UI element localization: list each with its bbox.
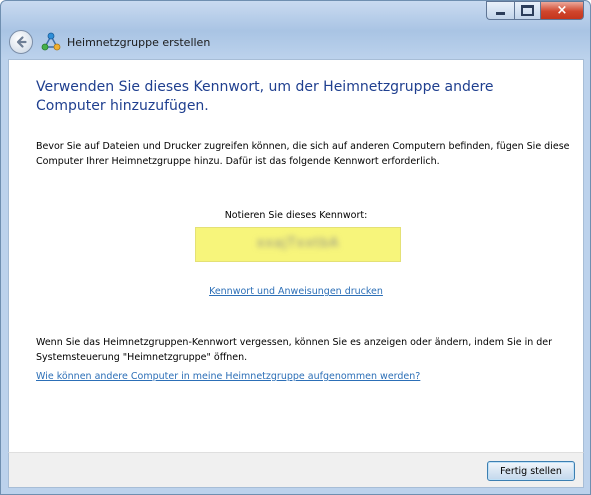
help-link[interactable]: Wie können andere Computer in meine Heim… (36, 371, 420, 382)
minimize-button[interactable] (486, 1, 514, 20)
caption-buttons: × (486, 1, 584, 20)
window-title: Heimnetzgruppe erstellen (67, 35, 211, 49)
description-text: Bevor Sie auf Dateien und Drucker zugrei… (36, 141, 570, 167)
password-display-box: xxajTxxtbA (195, 227, 401, 262)
dialog-window: × Heimnetzgruppe erstellen Verwenden Sie… (0, 0, 591, 495)
back-arrow-icon (16, 36, 27, 48)
close-icon: × (556, 3, 568, 18)
maximize-icon (521, 5, 534, 16)
print-password-link[interactable]: Kennwort und Anweisungen drucken (9, 286, 583, 297)
navigation-bar: Heimnetzgruppe erstellen (9, 30, 210, 54)
password-label: Notieren Sie dieses Kennwort: (224, 210, 368, 221)
dialog-footer: Fertig stellen (8, 452, 584, 488)
maximize-button[interactable] (514, 1, 540, 20)
finish-button[interactable]: Fertig stellen (487, 461, 575, 481)
forgot-password-note: Wenn Sie das Heimnetzgruppen-Kennwort ve… (36, 337, 553, 363)
content-panel: Verwenden Sie dieses Kennwort, um der He… (8, 59, 584, 453)
back-button[interactable] (9, 30, 33, 54)
close-button[interactable]: × (540, 1, 584, 20)
password-value: xxajTxxtbA (256, 236, 340, 251)
homegroup-icon (41, 32, 61, 51)
main-heading: Verwenden Sie dieses Kennwort, um der He… (36, 79, 494, 114)
minimize-icon (496, 12, 505, 15)
